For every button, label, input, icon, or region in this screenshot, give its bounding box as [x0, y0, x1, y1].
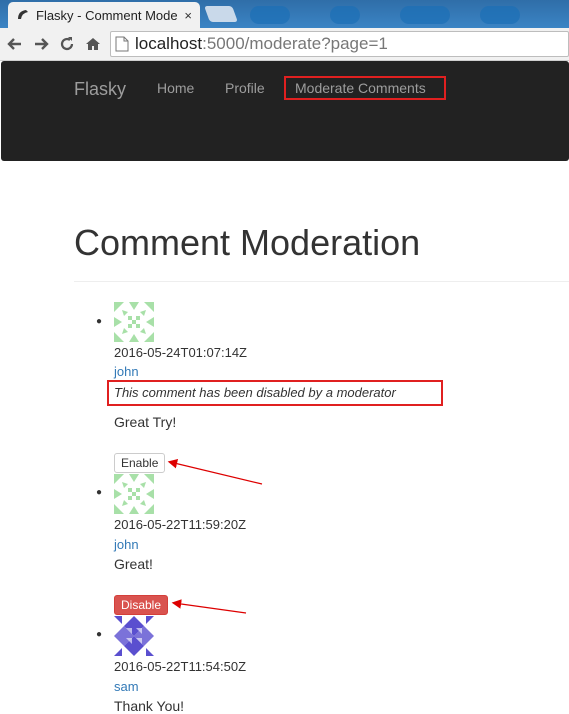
annotation-arrows	[167, 459, 263, 614]
arrow-to-disable	[171, 599, 247, 614]
arrow-to-enable	[167, 459, 263, 485]
